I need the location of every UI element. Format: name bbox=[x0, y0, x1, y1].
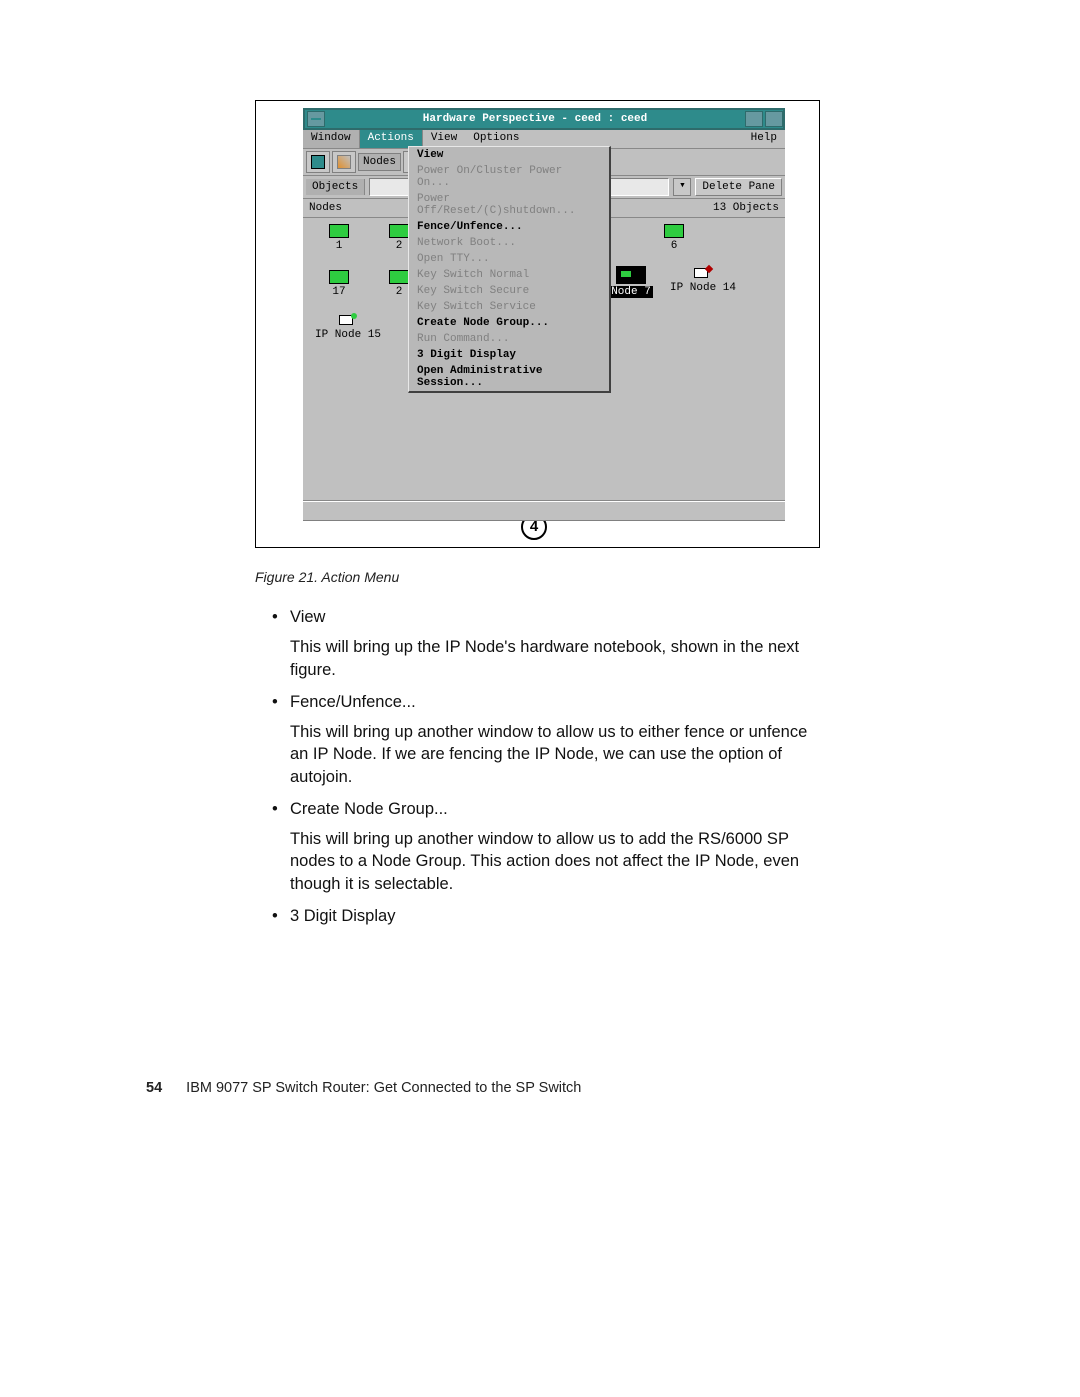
status-left-label: Nodes bbox=[309, 202, 342, 214]
menu-window[interactable]: Window bbox=[303, 130, 360, 148]
node-label: IP Node 14 bbox=[668, 282, 738, 294]
menu-item-key-switch-normal: Key Switch Normal bbox=[409, 267, 609, 283]
bullet-label: Fence/Unfence... bbox=[290, 693, 416, 711]
toolbar-nodes-label: Nodes bbox=[358, 153, 401, 171]
node-1[interactable]: 1 bbox=[313, 224, 365, 252]
node-icon bbox=[389, 224, 409, 238]
node-label: 6 bbox=[648, 240, 700, 252]
bullet-label: View bbox=[290, 608, 325, 626]
node-label: 1 bbox=[313, 240, 365, 252]
footer-bar bbox=[303, 501, 785, 521]
delete-pane-button[interactable]: Delete Pane bbox=[695, 178, 782, 196]
page-footer: 54 IBM 9077 SP Switch Router: Get Connec… bbox=[146, 1080, 581, 1096]
menu-item-run-command: Run Command... bbox=[409, 331, 609, 347]
menu-item-power-off: Power Off/Reset/(C)shutdown... bbox=[409, 191, 609, 219]
menu-item-key-switch-secure: Key Switch Secure bbox=[409, 283, 609, 299]
bullet-label: Create Node Group... bbox=[290, 800, 448, 818]
objects-dropdown-icon[interactable]: ▾ bbox=[673, 178, 691, 196]
footer-text: IBM 9077 SP Switch Router: Get Connected… bbox=[186, 1080, 581, 1096]
node-icon bbox=[329, 270, 349, 284]
ip-node-15[interactable]: IP Node 15 bbox=[313, 313, 383, 341]
toolbar-icon-2[interactable] bbox=[332, 151, 356, 173]
window-title: Hardware Perspective - ceed : ceed bbox=[327, 113, 743, 125]
node-icon bbox=[664, 224, 684, 238]
node-label: Node 7 bbox=[609, 286, 653, 298]
bullet-label: 3 Digit Display bbox=[290, 907, 395, 925]
node-label: IP Node 15 bbox=[313, 329, 383, 341]
bullet-create-node-group-body: This will bring up another window to all… bbox=[290, 828, 820, 895]
objects-label: Objects bbox=[306, 179, 365, 195]
bullet-fence: Fence/Unfence... bbox=[272, 691, 820, 713]
maximize-icon[interactable] bbox=[765, 111, 783, 127]
minimize-icon[interactable] bbox=[745, 111, 763, 127]
body-text: View This will bring up the IP Node's ha… bbox=[272, 596, 820, 927]
node-17[interactable]: 17 bbox=[313, 270, 365, 298]
menu-item-open-tty: Open TTY... bbox=[409, 251, 609, 267]
menu-item-3-digit-display[interactable]: 3 Digit Display bbox=[409, 347, 609, 363]
bullet-3-digit-display: 3 Digit Display bbox=[272, 905, 820, 927]
status-object-count: 13 Objects bbox=[713, 202, 779, 214]
bullet-fence-body: This will bring up another window to all… bbox=[290, 721, 820, 788]
menu-item-network-boot: Network Boot... bbox=[409, 235, 609, 251]
menu-item-power-on: Power On/Cluster Power On... bbox=[409, 163, 609, 191]
bullet-view-body: This will bring up the IP Node's hardwar… bbox=[290, 636, 820, 681]
node-7[interactable]: Node 7 bbox=[603, 266, 659, 298]
window-menu-icon[interactable] bbox=[307, 111, 325, 127]
node-label: 17 bbox=[313, 286, 365, 298]
menu-help[interactable]: Help bbox=[743, 130, 785, 148]
node-icon bbox=[329, 224, 349, 238]
menu-item-fence-unfence[interactable]: Fence/Unfence... bbox=[409, 219, 609, 235]
bullet-view: View bbox=[272, 606, 820, 628]
menu-item-view[interactable]: View bbox=[409, 147, 609, 163]
page-number: 54 bbox=[146, 1080, 162, 1096]
ip-node-icon bbox=[694, 266, 712, 280]
titlebar: Hardware Perspective - ceed : ceed bbox=[303, 108, 785, 130]
ip-node-14[interactable]: IP Node 14 bbox=[668, 266, 738, 294]
node-icon bbox=[389, 270, 409, 284]
actions-dropdown-menu: View Power On/Cluster Power On... Power … bbox=[408, 146, 611, 393]
figure-caption: Figure 21. Action Menu bbox=[255, 569, 399, 585]
menu-item-open-admin-session[interactable]: Open Administrative Session... bbox=[409, 363, 609, 391]
bullet-create-node-group: Create Node Group... bbox=[272, 798, 820, 820]
ip-node-icon bbox=[339, 313, 357, 327]
menu-item-key-switch-service: Key Switch Service bbox=[409, 299, 609, 315]
toolbar-icon-1[interactable] bbox=[306, 151, 330, 173]
menu-item-create-node-group[interactable]: Create Node Group... bbox=[409, 315, 609, 331]
node-6[interactable]: 6 bbox=[648, 224, 700, 252]
node-icon bbox=[616, 266, 646, 284]
